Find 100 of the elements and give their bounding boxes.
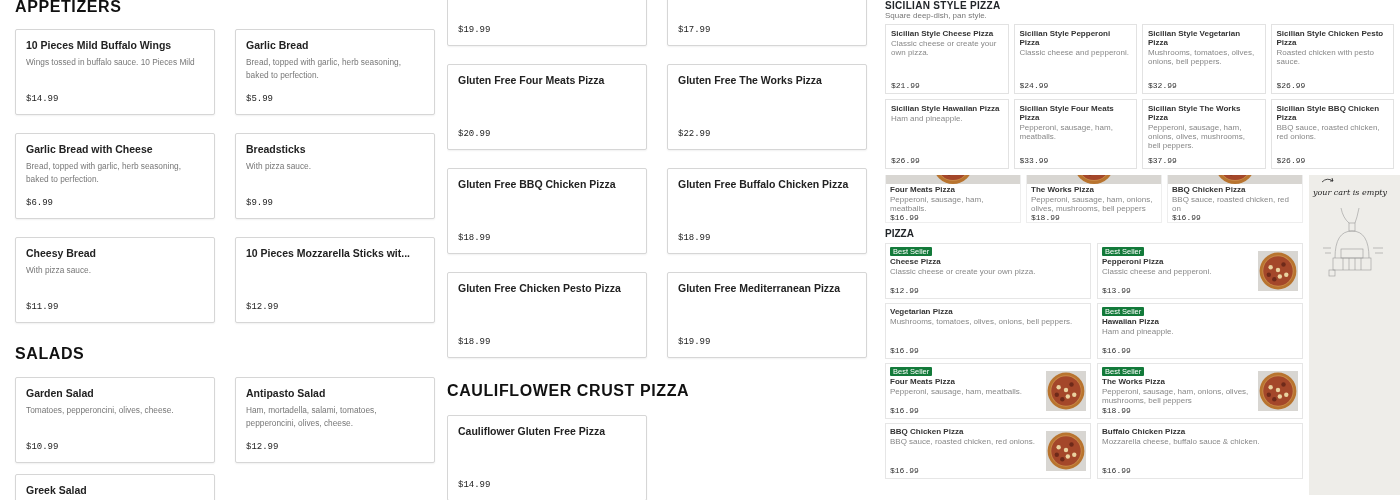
item-price: $16.99 [1172,213,1202,222]
item-price: $26.99 [891,156,921,165]
item-description: Ham, mortadella, salami, tomatoes, pepperoncini, olives, cheese. [246,404,378,429]
menu-item-card[interactable]: Gluten Free Chicken Pesto Pizza $18.99 [447,272,647,358]
item-description: Ham and pineapple. [1102,327,1175,336]
empty-cart-message: your cart is empty [1313,187,1388,199]
item-description: Classic cheese or create your own pizza. [890,267,1037,276]
menu-item-card[interactable]: Four Meats Pizza Pepperoni, sausage, ham, meatballs. $16.99 [885,175,1021,223]
section-heading: SALADS [15,345,86,363]
menu-item-card[interactable]: Gluten Free Buffalo Chicken Pizza $18.99 [667,168,867,254]
item-name: Sicilian Style Pepperoni Pizza [1019,29,1112,47]
menu-item-card[interactable]: Sicilian Style Vegetarian Pizza Mushrooms, tomatoes, olives, onions, bell peppers. $32.99 [1142,24,1266,94]
item-name: Sicilian Style BBQ Chicken Pizza [1276,104,1381,122]
item-price: $11.99 [26,300,60,314]
menu-item-card[interactable]: Sicilian Style Cheese Pizza Classic cheese or create your own pizza. $21.99 [885,24,1009,94]
item-name: Greek Salad [26,484,88,497]
menu-item-card[interactable]: Sicilian Style Hawaiian Pizza Ham and pineapple. $26.99 [885,99,1009,169]
section-heading: SICILIAN STYLE PIZZA [885,0,1002,11]
item-description: Tomatoes, pepperoncini, olives, cheese. [26,404,175,417]
item-price: $21.99 [891,81,921,90]
menu-item-card[interactable]: Garlic Bread with Cheese Bread, topped with garlic, herb seasoning, baked to perfection. $6.99 [15,133,215,219]
item-price: $19.99 [458,23,492,37]
item-name: Gluten Free Mediterranean Pizza [678,282,842,295]
item-name: 10 Pieces Mild Buffalo Wings [26,39,173,52]
item-price: $22.99 [678,127,712,141]
item-price: $9.99 [246,196,274,210]
menu-item-card[interactable]: Greek Salad [15,474,215,500]
item-name: Hawaiian Pizza [1102,317,1160,326]
item-price: $6.99 [26,196,54,210]
menu-item-card[interactable]: Gluten Free The Works Pizza $22.99 [667,64,867,150]
menu-item-card[interactable]: $17.99 [667,0,867,46]
item-name: Cheesy Bread [26,247,98,260]
item-name: Buffalo Chicken Pizza [1102,427,1187,436]
item-name: Cheese Pizza [890,257,942,266]
menu-item-card[interactable]: Cauliflower Gluten Free Pizza $14.99 [447,415,647,500]
item-name: BBQ Chicken Pizza [890,427,965,436]
item-name: Four Meats Pizza [890,185,956,194]
menu-item-card[interactable]: Buffalo Chicken Pizza Mozzarella cheese, buffalo sauce & chicken. $16.99 [1097,423,1303,479]
item-price: $19.99 [678,335,712,349]
item-price: $12.99 [890,286,920,295]
section-heading: APPETIZERS [15,0,123,16]
item-price: $14.99 [26,92,60,106]
item-description: Bread, topped with garlic, herb seasoning, baked to perfection. [246,56,402,81]
item-price: $18.99 [1031,213,1061,222]
item-name: Sicilian Style Hawaiian Pizza [891,104,1001,113]
item-name: Gluten Free Buffalo Chicken Pizza [678,178,850,191]
item-price: $37.99 [1148,156,1178,165]
item-description: BBQ sauce, roasted chicken, red on [1172,195,1290,213]
item-price: $13.99 [1102,286,1132,295]
item-description: With pizza sauce. [246,160,313,173]
item-description: BBQ sauce, roasted chicken, red onions. [1276,123,1381,141]
item-price: $20.99 [458,127,492,141]
menu-item-card[interactable]: $19.99 [447,0,647,46]
item-description: Pepperoni, sausage, ham, meatballs. [890,195,985,213]
item-name: Vegetarian Pizza [890,307,954,316]
item-price: $14.99 [458,478,492,492]
item-description: Roasted chicken with pesto sauce. [1276,48,1375,66]
menu-item-card[interactable]: Cheesy Bread With pizza sauce. $11.99 [15,237,215,323]
menu-item-card[interactable]: Breadsticks With pizza sauce. $9.99 [235,133,435,219]
menu-item-card[interactable]: Gluten Free BBQ Chicken Pizza $18.99 [447,168,647,254]
item-description: BBQ sauce, roasted chicken, red onions. [890,437,1036,446]
menu-item-card[interactable]: Sicilian Style Pepperoni Pizza Classic cheese and pepperoni. $24.99 [1013,24,1137,94]
item-price: $16.99 [890,346,920,355]
item-description: Classic cheese or create your own pizza. [891,39,998,57]
item-price: $32.99 [1148,81,1178,90]
menu-item-card[interactable]: BBQ Chicken Pizza BBQ sauce, roasted chicken, red onions. $16.99 [885,423,1091,479]
menu-item-card[interactable]: 10 Pieces Mild Buffalo Wings Wings tossed in buffalo sauce. 10 Pieces Mild $14.99 [15,29,215,115]
menu-item-card[interactable]: Gluten Free Four Meats Pizza $20.99 [447,64,647,150]
item-price: $16.99 [890,466,920,475]
item-name: BBQ Chicken Pizza [1172,185,1247,194]
menu-item-card[interactable]: Antipasto Salad Ham, mortadella, salami, tomatoes, pepperoncini, olives, cheese. $12.99 [235,377,435,463]
menu-item-card[interactable]: Garlic Bread Bread, topped with garlic, herb seasoning, baked to perfection. $5.99 [235,29,435,115]
item-name: Cauliflower Gluten Free Pizza [458,425,607,438]
item-name: Gluten Free Chicken Pesto Pizza [458,282,622,295]
item-description: Classic cheese and pepperoni. [1102,267,1213,276]
menu-item-card[interactable]: Sicilian Style Chicken Pesto Pizza Roasted chicken with pesto sauce. $26.99 [1270,24,1394,94]
item-name: Breadsticks [246,143,307,156]
menu-item-card[interactable]: Sicilian Style BBQ Chicken Pizza BBQ sauce, roasted chicken, red onions. $26.99 [1270,99,1394,169]
arrow-icon [1321,177,1335,185]
item-price: $24.99 [1019,81,1050,90]
menu-item-card[interactable]: 10 Pieces Mozzarella Sticks wit... $12.99 [235,237,435,323]
item-price: $18.99 [1102,406,1132,415]
menu-item-card[interactable]: The Works Pizza Pepperoni, sausage, ham, onions, olives, mushrooms, bell peppers $18.99 [1026,175,1162,223]
menu-item-card[interactable]: BBQ Chicken Pizza BBQ sauce, roasted chicken, red on $16.99 [1167,175,1303,223]
menu-item-card[interactable]: Garden Salad Tomatoes, pepperoncini, olives, cheese. $10.99 [15,377,215,463]
item-description: Bread, topped with garlic, herb seasoning, baked to perfection. [26,160,182,185]
item-description: Pepperoni, sausage, ham, meatballs. [890,387,1024,396]
item-price: $16.99 [890,406,920,415]
item-price: $5.99 [246,92,274,106]
item-price: $33.99 [1019,156,1050,165]
item-price: $26.99 [1276,81,1307,90]
menu-item-card[interactable]: Vegetarian Pizza Mushrooms, tomatoes, olives, onions, bell peppers. $16.99 [885,303,1091,359]
menu-item-card[interactable]: Sicilian Style The Works Pizza Pepperoni, sausage, ham, onions, olives, mushrooms, bell peppers. $37.99 [1142,99,1266,169]
section-heading: CAULIFLOWER CRUST PIZZA [447,382,691,400]
menu-item-card[interactable]: Sicilian Style Four Meats Pizza Pepperoni, sausage, ham, meatballs. $33.99 [1013,99,1137,169]
item-name: Gluten Free Four Meats Pizza [458,74,606,87]
item-description: With pizza sauce. [26,264,93,277]
item-description: Ham and pineapple. [891,114,964,123]
menu-item-card[interactable]: Gluten Free Mediterranean Pizza $19.99 [667,272,867,358]
item-price: $16.99 [890,213,920,222]
